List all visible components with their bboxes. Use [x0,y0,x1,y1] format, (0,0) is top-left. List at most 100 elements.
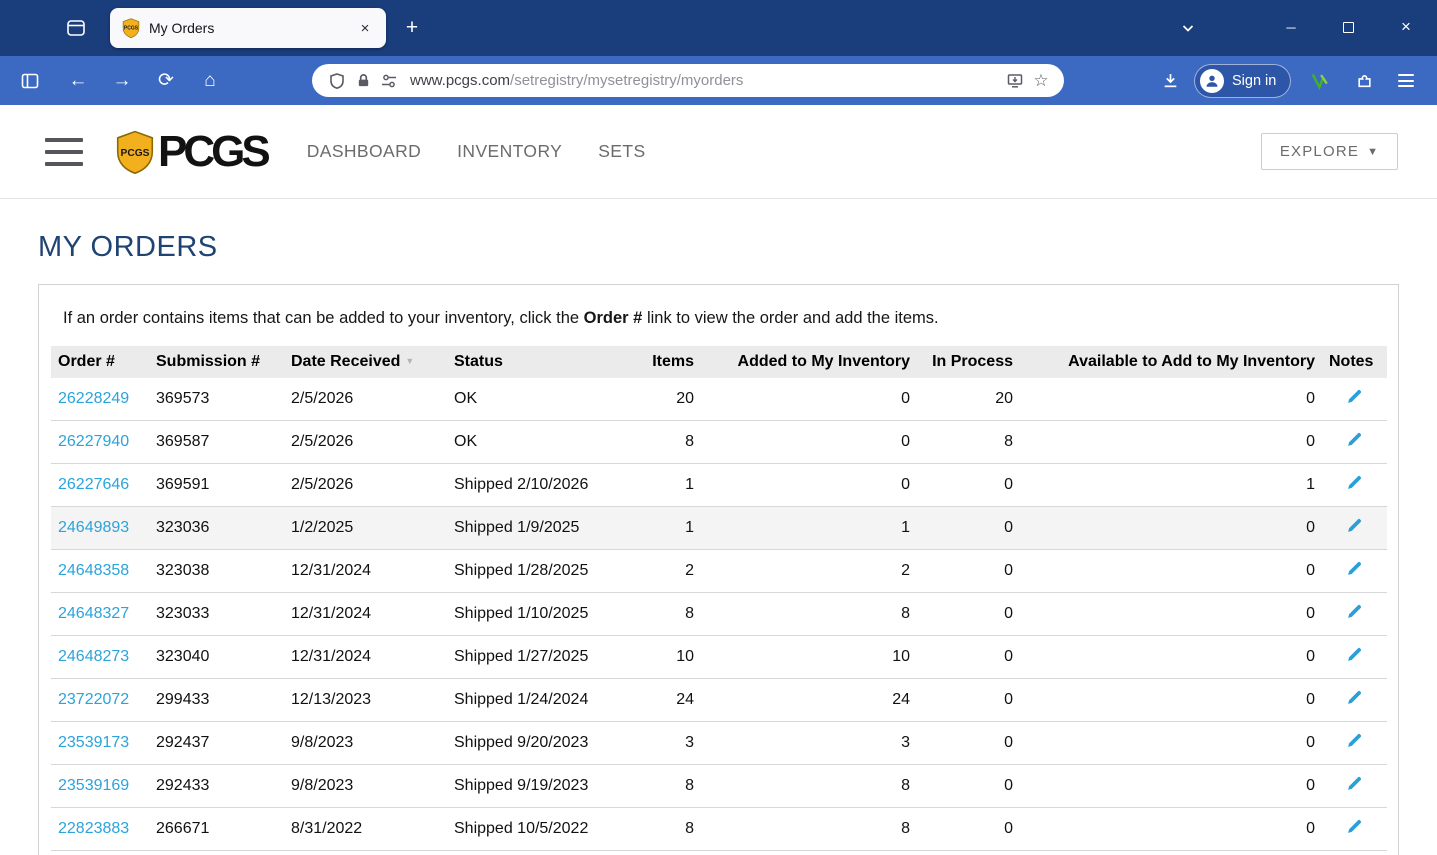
maximize-icon [1342,21,1354,33]
items-cell: 1 [641,850,701,855]
new-tab-button[interactable]: + [398,14,426,42]
in-process-cell: 0 [917,807,1020,851]
available-to-add-cell: 0 [1020,764,1322,808]
items-cell: 1 [641,506,701,550]
nav-sets[interactable]: SETS [598,141,645,162]
added-to-inventory-cell: 3 [701,721,917,765]
order-row: 24648358 323038 12/31/2024 Shipped 1/28/… [51,549,1387,593]
reload-icon[interactable]: ⟳ [148,63,184,99]
site-menu-icon[interactable] [45,137,83,166]
extension-green-icon[interactable] [1305,63,1335,99]
maximize-button[interactable] [1335,14,1361,40]
added-to-inventory-cell: 8 [701,592,917,636]
submission-number-cell: 323038 [149,549,284,593]
bookmark-star-icon[interactable]: ☆ [1028,68,1054,94]
edit-note-icon[interactable] [1346,431,1363,448]
order-number-link[interactable]: 26227940 [58,433,129,450]
lock-icon[interactable] [350,68,376,94]
home-icon[interactable]: ⌂ [192,63,228,99]
nav-dashboard[interactable]: DASHBOARD [307,141,421,162]
tab-list-chevron-icon[interactable] [1176,16,1200,40]
submission-number-cell: 1769890 [149,850,284,855]
order-number-link[interactable]: 24648327 [58,605,129,622]
tracking-protection-shield-icon[interactable] [324,68,350,94]
sidebar-toggle-icon[interactable] [12,63,48,99]
col-items[interactable]: Items [641,346,701,378]
col-in-process[interactable]: In Process [917,346,1020,378]
added-to-inventory-cell: 0 [701,420,917,464]
edit-note-icon[interactable] [1346,517,1363,534]
date-received-cell: 9/8/2023 [284,721,447,765]
orders-table-body: 26228249 369573 2/5/2026 OK 20 0 20 0 26… [51,378,1387,855]
order-number-link[interactable]: 24648358 [58,562,129,579]
date-received-cell: 9/8/2023 [284,764,447,808]
order-number-link[interactable]: 22823883 [58,820,129,837]
firefox-view-icon[interactable] [62,14,90,42]
app-menu-icon[interactable] [1391,63,1421,99]
minimize-button[interactable]: ─ [1278,14,1304,40]
downloads-icon[interactable] [1152,63,1188,99]
items-cell: 8 [641,420,701,464]
submission-number-cell: 369587 [149,420,284,464]
col-order-number[interactable]: Order # [51,346,149,378]
nav-inventory[interactable]: INVENTORY [457,141,562,162]
submission-number-cell: 299433 [149,678,284,722]
tab-close-icon[interactable]: × [354,17,376,39]
order-row: 26227646 369591 2/5/2026 Shipped 2/10/20… [51,463,1387,507]
edit-note-icon[interactable] [1346,388,1363,405]
col-date-received[interactable]: Date Received ▼ [284,346,447,378]
in-process-cell: 0 [917,549,1020,593]
edit-note-icon[interactable] [1346,732,1363,749]
available-to-add-cell: 0 [1020,378,1322,421]
edit-note-icon[interactable] [1346,560,1363,577]
order-number-link[interactable]: 24648273 [58,648,129,665]
save-to-device-icon[interactable] [1002,68,1028,94]
logo-text: PCGS [158,126,271,176]
col-status[interactable]: Status [447,346,641,378]
explore-label: EXPLORE [1279,143,1360,160]
tab-title: My Orders [149,20,215,36]
in-process-cell: 0 [917,850,1020,855]
col-added-to-inventory[interactable]: Added to My Inventory [701,346,917,378]
back-button[interactable]: ← [60,63,96,99]
order-number-link[interactable]: 23539173 [58,734,129,751]
available-to-add-cell: 0 [1020,506,1322,550]
order-number-link[interactable]: 23539169 [58,777,129,794]
submission-number-cell: 369573 [149,378,284,421]
orders-table: Order # Submission # Date Received ▼ Stat… [51,346,1387,855]
order-number-link[interactable]: 26227646 [58,476,129,493]
edit-note-icon[interactable] [1346,474,1363,491]
order-number-link[interactable]: 24649893 [58,519,129,536]
active-tab[interactable]: PCGS My Orders × [110,8,386,48]
status-cell: Shipped 1/27/2025 [447,635,641,679]
col-available-to-add[interactable]: Available to Add to My Inventory [1020,346,1322,378]
date-received-cell: 1/2/2025 [284,506,447,550]
col-notes[interactable]: Notes [1322,346,1387,378]
explore-button[interactable]: EXPLORE ▼ [1261,133,1398,170]
col-submission-number[interactable]: Submission # [149,346,284,378]
items-cell: 8 [641,807,701,851]
edit-note-icon[interactable] [1346,603,1363,620]
permissions-icon[interactable] [376,68,402,94]
edit-note-icon[interactable] [1346,646,1363,663]
browser-titlebar: PCGS My Orders × + ─ × [0,0,1437,56]
order-number-link[interactable]: 23722072 [58,691,129,708]
forward-button[interactable]: → [104,63,140,99]
url-bar[interactable]: www.pcgs.com/setregistry/mysetregistry/m… [312,64,1064,97]
status-cell: Shipped 2/10/2026 [447,463,641,507]
status-cell: Shipped 9/19/2023 [447,764,641,808]
date-received-cell: 12/31/2024 [284,549,447,593]
browser-toolbar: ← → ⟳ ⌂ www.pcgs.com/setregistry/mysetre… [0,56,1437,105]
pcgs-logo[interactable]: PCGS PCGS [115,126,271,177]
chevron-down-icon: ▼ [1367,145,1380,158]
order-number-link[interactable]: 26228249 [58,390,129,407]
extensions-puzzle-icon[interactable] [1349,63,1379,99]
edit-note-icon[interactable] [1346,689,1363,706]
sign-in-button[interactable]: Sign in [1194,63,1292,98]
order-row: 22823832 1769890 8/31/2022 Shipped 10/20… [51,850,1387,855]
items-cell: 8 [641,764,701,808]
edit-note-icon[interactable] [1346,775,1363,792]
window-close-button[interactable]: × [1393,14,1419,40]
in-process-cell: 0 [917,721,1020,765]
edit-note-icon[interactable] [1346,818,1363,835]
